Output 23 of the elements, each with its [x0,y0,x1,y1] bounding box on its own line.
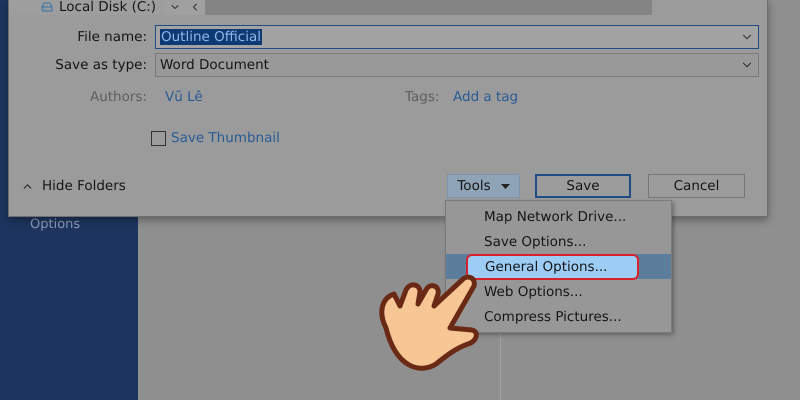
field-label: File name: [76,29,148,45]
menu-item[interactable]: Web Options... [484,284,583,300]
dropdown-value: Word Document [160,57,269,73]
menu-item[interactable]: Compress Pictures... [484,308,622,324]
selected-text: Outline Official [160,29,262,45]
hide-folders-link[interactable]: Hide Folders [42,178,126,194]
menu-item[interactable]: Map Network Drive... [484,208,626,224]
drive-icon [41,1,53,13]
file-name-field[interactable]: Outline Official [155,25,759,49]
tools-button[interactable]: Tools [447,174,520,198]
folder-item-label: Local Disk (C:) [59,0,156,15]
save-type-dropdown[interactable]: Word Document [155,53,759,77]
menu-item[interactable]: Save Options... [484,234,586,250]
cancel-button[interactable]: Cancel [648,174,745,198]
checkbox[interactable] [151,130,166,146]
field-label: Save as type: [54,57,148,73]
scroll-left-button[interactable] [185,0,205,15]
field-label: Tags: [405,89,439,105]
field-label: Authors: [88,89,148,105]
sidebar-item[interactable]: Options [0,217,80,232]
menu-item[interactable]: General Options... [466,254,640,280]
caret-icon [500,184,510,188]
save-button[interactable]: Save [535,174,631,198]
